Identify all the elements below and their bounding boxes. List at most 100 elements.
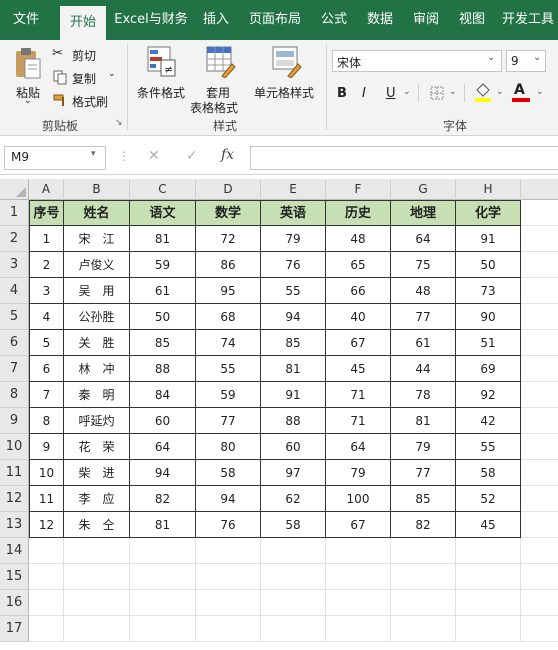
data-cell[interactable]: 10 xyxy=(29,460,64,486)
empty-cell[interactable] xyxy=(456,616,521,642)
empty-cell[interactable] xyxy=(521,590,558,616)
column-header[interactable]: F xyxy=(326,179,391,200)
name-box[interactable]: M9 ▾ xyxy=(4,146,106,170)
data-cell[interactable]: 65 xyxy=(326,252,391,278)
empty-cell[interactable] xyxy=(130,616,196,642)
empty-cell[interactable] xyxy=(456,564,521,590)
empty-cell[interactable] xyxy=(29,564,64,590)
data-cell[interactable]: 58 xyxy=(196,460,261,486)
row-header[interactable]: 4 xyxy=(0,278,29,304)
data-cell[interactable]: 67 xyxy=(326,512,391,538)
data-cell[interactable]: 84 xyxy=(130,382,196,408)
data-cell[interactable]: 8 xyxy=(29,408,64,434)
data-cell[interactable]: 4 xyxy=(29,304,64,330)
cancel-icon[interactable]: ✕ xyxy=(148,148,160,164)
header-cell[interactable]: 序号 xyxy=(29,200,64,226)
empty-cell[interactable] xyxy=(130,538,196,564)
empty-cell[interactable] xyxy=(521,512,558,538)
row-header[interactable]: 6 xyxy=(0,330,29,356)
empty-cell[interactable] xyxy=(326,616,391,642)
empty-cell[interactable] xyxy=(64,590,130,616)
row-header[interactable]: 12 xyxy=(0,486,29,512)
dialog-launcher-icon[interactable]: ↘ xyxy=(115,118,123,128)
tab-view[interactable]: 视图 xyxy=(452,0,492,40)
column-header[interactable]: A xyxy=(29,179,64,200)
data-cell[interactable]: 59 xyxy=(196,382,261,408)
fill-color-icon[interactable] xyxy=(474,82,492,102)
column-header[interactable]: G xyxy=(391,179,456,200)
data-cell[interactable]: 75 xyxy=(391,252,456,278)
data-cell[interactable]: 85 xyxy=(261,330,326,356)
empty-cell[interactable] xyxy=(196,616,261,642)
data-cell[interactable]: 69 xyxy=(456,356,521,382)
data-cell[interactable]: 1 xyxy=(29,226,64,252)
header-cell[interactable]: 姓名 xyxy=(64,200,130,226)
data-cell[interactable]: 64 xyxy=(326,434,391,460)
empty-cell[interactable] xyxy=(456,590,521,616)
empty-cell[interactable] xyxy=(261,538,326,564)
enter-icon[interactable]: ✓ xyxy=(186,148,198,164)
row-header[interactable]: 15 xyxy=(0,564,29,590)
data-cell[interactable]: 59 xyxy=(130,252,196,278)
data-cell[interactable]: 45 xyxy=(326,356,391,382)
empty-cell[interactable] xyxy=(130,564,196,590)
worksheet-grid[interactable]: ABCDEFGHI1序号姓名语文数学英语历史地理化学21宋 江817279486… xyxy=(0,179,558,650)
data-cell[interactable]: 花 荣 xyxy=(64,434,130,460)
empty-cell[interactable] xyxy=(261,616,326,642)
data-cell[interactable]: 55 xyxy=(456,434,521,460)
data-cell[interactable]: 60 xyxy=(261,434,326,460)
row-header[interactable]: 9 xyxy=(0,408,29,434)
italic-button[interactable]: I xyxy=(362,86,366,101)
data-cell[interactable]: 50 xyxy=(456,252,521,278)
row-header[interactable]: 5 xyxy=(0,304,29,330)
empty-cell[interactable] xyxy=(521,538,558,564)
empty-cell[interactable] xyxy=(521,408,558,434)
data-cell[interactable]: 58 xyxy=(456,460,521,486)
data-cell[interactable]: 97 xyxy=(261,460,326,486)
format-as-table-button[interactable]: 套用 表格格式 xyxy=(190,44,250,115)
empty-cell[interactable] xyxy=(261,564,326,590)
data-cell[interactable]: 5 xyxy=(29,330,64,356)
data-cell[interactable]: 76 xyxy=(196,512,261,538)
tab-file[interactable]: 文件 xyxy=(6,0,46,40)
tab-insert[interactable]: 插入 xyxy=(196,0,236,40)
data-cell[interactable]: 12 xyxy=(29,512,64,538)
empty-cell[interactable] xyxy=(29,616,64,642)
data-cell[interactable]: 52 xyxy=(456,486,521,512)
data-cell[interactable]: 85 xyxy=(130,330,196,356)
data-cell[interactable]: 关 胜 xyxy=(64,330,130,356)
tab-review[interactable]: 审阅 xyxy=(406,0,446,40)
data-cell[interactable]: 71 xyxy=(326,408,391,434)
row-header[interactable]: 1 xyxy=(0,200,29,226)
data-cell[interactable]: 81 xyxy=(261,356,326,382)
data-cell[interactable]: 柴 进 xyxy=(64,460,130,486)
conditional-formatting-button[interactable]: ≠ 条件格式 xyxy=(132,44,190,110)
empty-cell[interactable] xyxy=(326,590,391,616)
data-cell[interactable]: 68 xyxy=(196,304,261,330)
data-cell[interactable]: 92 xyxy=(456,382,521,408)
tab-developer[interactable]: 开发工具 xyxy=(498,0,558,40)
data-cell[interactable]: 9 xyxy=(29,434,64,460)
data-cell[interactable]: 95 xyxy=(196,278,261,304)
empty-cell[interactable] xyxy=(521,460,558,486)
tab-home[interactable]: 开始 xyxy=(60,6,106,40)
empty-cell[interactable] xyxy=(326,564,391,590)
row-header[interactable]: 10 xyxy=(0,434,29,460)
data-cell[interactable]: 77 xyxy=(391,460,456,486)
data-cell[interactable]: 51 xyxy=(456,330,521,356)
data-cell[interactable]: 42 xyxy=(456,408,521,434)
data-cell[interactable]: 61 xyxy=(130,278,196,304)
data-cell[interactable]: 79 xyxy=(326,460,391,486)
empty-cell[interactable] xyxy=(521,304,558,330)
font-color-button[interactable]: A xyxy=(512,82,530,102)
data-cell[interactable]: 60 xyxy=(130,408,196,434)
empty-cell[interactable] xyxy=(64,564,130,590)
data-cell[interactable]: 88 xyxy=(261,408,326,434)
data-cell[interactable]: 11 xyxy=(29,486,64,512)
font-name-select[interactable]: 宋体 ⌄ xyxy=(332,50,502,72)
column-header[interactable]: C xyxy=(130,179,196,200)
data-cell[interactable]: 90 xyxy=(456,304,521,330)
bold-button[interactable]: B xyxy=(337,86,347,101)
empty-cell[interactable] xyxy=(29,590,64,616)
data-cell[interactable]: 73 xyxy=(456,278,521,304)
